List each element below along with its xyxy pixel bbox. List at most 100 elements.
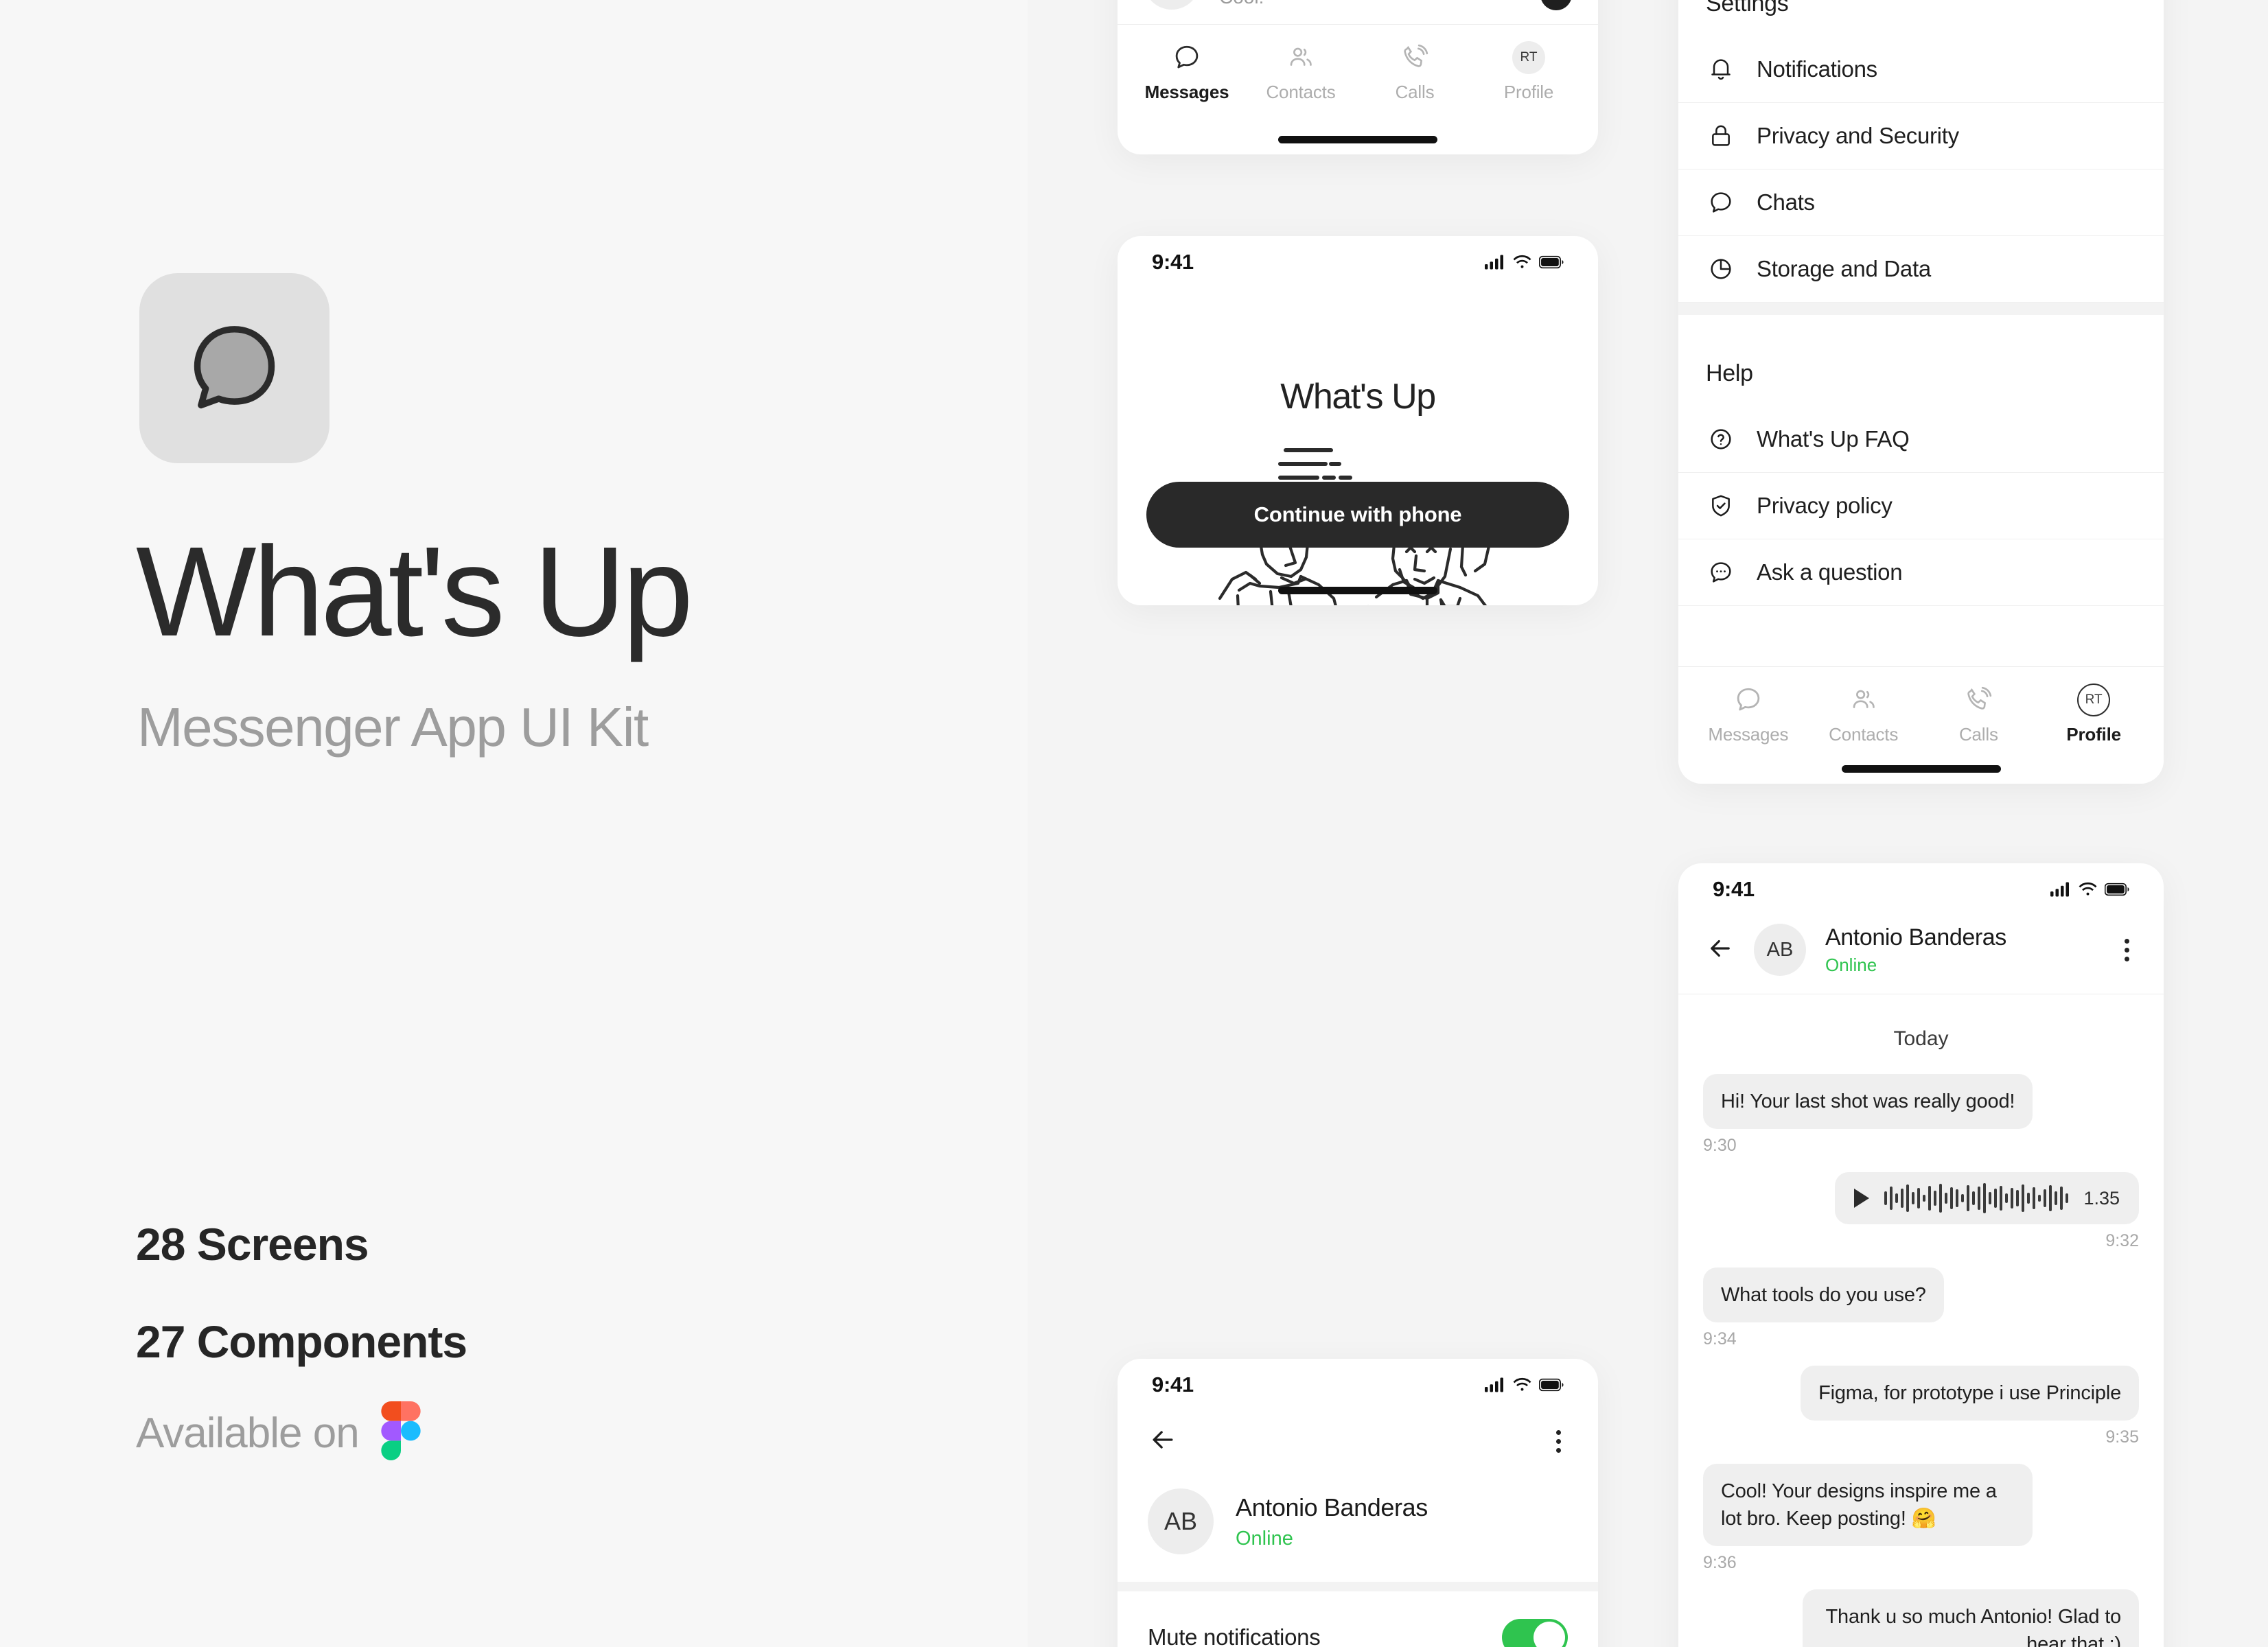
contact-header: AB Antonio Banderas Online (1118, 1458, 1598, 1582)
contacts-icon (1849, 684, 1878, 716)
contact-name: Antonio Banderas (1825, 924, 2006, 950)
chat-dots-icon (1706, 557, 1736, 587)
day-separator: Today (1893, 1027, 1949, 1050)
play-icon[interactable] (1854, 1189, 1870, 1208)
audio-message-bubble[interactable]: 1.35 (1835, 1172, 2139, 1225)
status-time: 9:41 (1152, 1372, 1194, 1397)
home-indicator (1278, 587, 1437, 594)
status-icons (1485, 255, 1564, 270)
status-time: 9:41 (1713, 877, 1755, 901)
message-bubble: Figma, for prototype i use Principle (1801, 1366, 2139, 1421)
wifi-icon (1513, 255, 1531, 268)
status-bar: 9:41 (1678, 863, 2164, 906)
home-indicator (1278, 136, 1437, 143)
battery-icon (1539, 1378, 1564, 1392)
mute-notifications-label: Mute notifications (1148, 1624, 1321, 1647)
settings-item-label: Privacy and Security (1757, 123, 1959, 148)
settings-item-chats[interactable]: Chats (1678, 170, 2164, 236)
battery-icon (1539, 255, 1564, 269)
avatar: AB (1754, 924, 1806, 976)
tab-contacts[interactable]: Contacts (1246, 41, 1356, 103)
tab-profile[interactable]: RT Profile (1474, 41, 1584, 103)
profile-avatar-icon: RT (1512, 41, 1545, 74)
components-count: 27 Components (136, 1316, 467, 1367)
help-item-whats-up-faq[interactable]: What's Up FAQ (1678, 406, 2164, 473)
page-title: What's Up (136, 521, 693, 663)
message-row: Figma, for prototype i use Principle (1703, 1366, 2139, 1421)
pie-chart-icon (1706, 254, 1736, 284)
mute-notifications-toggle[interactable] (1502, 1619, 1568, 1647)
tab-label: Messages (1708, 724, 1789, 745)
help-section-title: Help (1706, 360, 1753, 386)
settings-item-privacy-and-security[interactable]: Privacy and Security (1678, 103, 2164, 170)
settings-item-label: Notifications (1757, 56, 1877, 82)
available-on-label: Available on (136, 1410, 360, 1457)
continue-with-phone-button[interactable]: Continue with phone (1146, 482, 1569, 548)
availability-row: Available on (136, 1401, 421, 1463)
arrow-left-icon[interactable] (1706, 934, 1735, 966)
settings-section-title: Settings (1706, 0, 1789, 16)
tab-label: Calls (1958, 724, 1998, 745)
audio-waveform (1884, 1183, 2069, 1214)
list-item[interactable]: JD Johnny Deep Cool! Yesterday (1118, 0, 1598, 24)
chat-bubble-icon (188, 322, 281, 414)
arrow-left-icon[interactable] (1148, 1425, 1178, 1458)
status-badge: Online (1236, 1527, 1293, 1550)
profile-avatar-icon: RT (2077, 684, 2111, 716)
message-timestamp: 9:36 (1703, 1553, 1737, 1573)
audio-duration: 1.35 (2083, 1187, 2120, 1208)
phone-call-icon (1964, 684, 1993, 716)
tab-contacts[interactable]: Contacts (1809, 684, 1919, 745)
message-timestamp: 9:35 (2105, 1427, 2139, 1447)
phone-card-settings: Settings Notifications Privacy and Secur… (1678, 0, 2164, 784)
chat-nav-bar: AB Antonio Banderas Online (1678, 906, 2164, 994)
status-time: 9:41 (1152, 250, 1194, 274)
avatar: JD (1144, 0, 1200, 10)
wifi-icon (2079, 882, 2097, 896)
tab-label: Profile (1503, 82, 1554, 102)
help-item-privacy-policy[interactable]: Privacy policy (1678, 473, 2164, 539)
tab-messages[interactable]: Messages (1132, 41, 1242, 103)
section-divider (1678, 303, 2164, 315)
status-icons (1485, 1377, 1564, 1392)
figma-logo (381, 1401, 421, 1460)
tab-calls[interactable]: Calls (1360, 41, 1470, 103)
wifi-icon (1513, 1377, 1531, 1391)
tab-profile[interactable]: RT Profile (2039, 684, 2149, 745)
nav-bar (1118, 1401, 1598, 1458)
settings-item-label: Storage and Data (1757, 256, 1931, 281)
help-item-label: Privacy policy (1757, 493, 1893, 518)
more-vertical-icon[interactable] (2117, 938, 2136, 961)
onboarding-title: What's Up (1280, 377, 1436, 417)
tab-label: Calls (1395, 82, 1435, 102)
status-badge: Online (1825, 954, 1877, 975)
settings-item-storage-and-data[interactable]: Storage and Data (1678, 236, 2164, 303)
poster-canvas: What's Up Messenger App UI Kit 28 Screen… (0, 0, 2268, 1647)
screens-count: 28 Screens (136, 1219, 369, 1270)
phone-card-onboarding: 9:41 What's Up Continue with phone (1118, 236, 1598, 605)
settings-item-notifications[interactable]: Notifications (1678, 36, 2164, 103)
lock-icon (1706, 121, 1736, 151)
message-row: Thank u so much Antonio! Glad to hear th… (1703, 1589, 2139, 1647)
message-bubble: Thank u so much Antonio! Glad to hear th… (1803, 1589, 2139, 1647)
status-icons (2050, 882, 2129, 897)
unread-badge (1540, 0, 1572, 10)
section-divider (1118, 1582, 1598, 1591)
tab-messages[interactable]: Messages (1693, 684, 1803, 745)
tab-label: Messages (1144, 82, 1229, 102)
tab-calls[interactable]: Calls (1923, 684, 2033, 745)
shield-check-icon (1706, 491, 1736, 521)
mute-notifications-row[interactable]: Mute notifications (1118, 1591, 1598, 1647)
cellular-icon (1485, 255, 1503, 270)
contacts-icon (1286, 41, 1315, 74)
page-subtitle: Messenger App UI Kit (137, 697, 649, 758)
hero-panel: What's Up Messenger App UI Kit 28 Screen… (0, 0, 1028, 1647)
help-item-ask-a-question[interactable]: Ask a question (1678, 539, 2164, 606)
more-vertical-icon[interactable] (1549, 1430, 1568, 1453)
avatar-initials: RT (1512, 41, 1545, 74)
question-circle-icon (1706, 424, 1736, 454)
help-item-label: Ask a question (1757, 559, 1903, 585)
phone-card-chat-info: 9:41 AB Antonio Banderas Online Mute not… (1118, 1359, 1598, 1647)
phone-card-messages: JD Johnny Deep Cool! Yesterday Messages (1118, 0, 1598, 154)
message-row: What tools do you use? (1703, 1268, 2139, 1323)
